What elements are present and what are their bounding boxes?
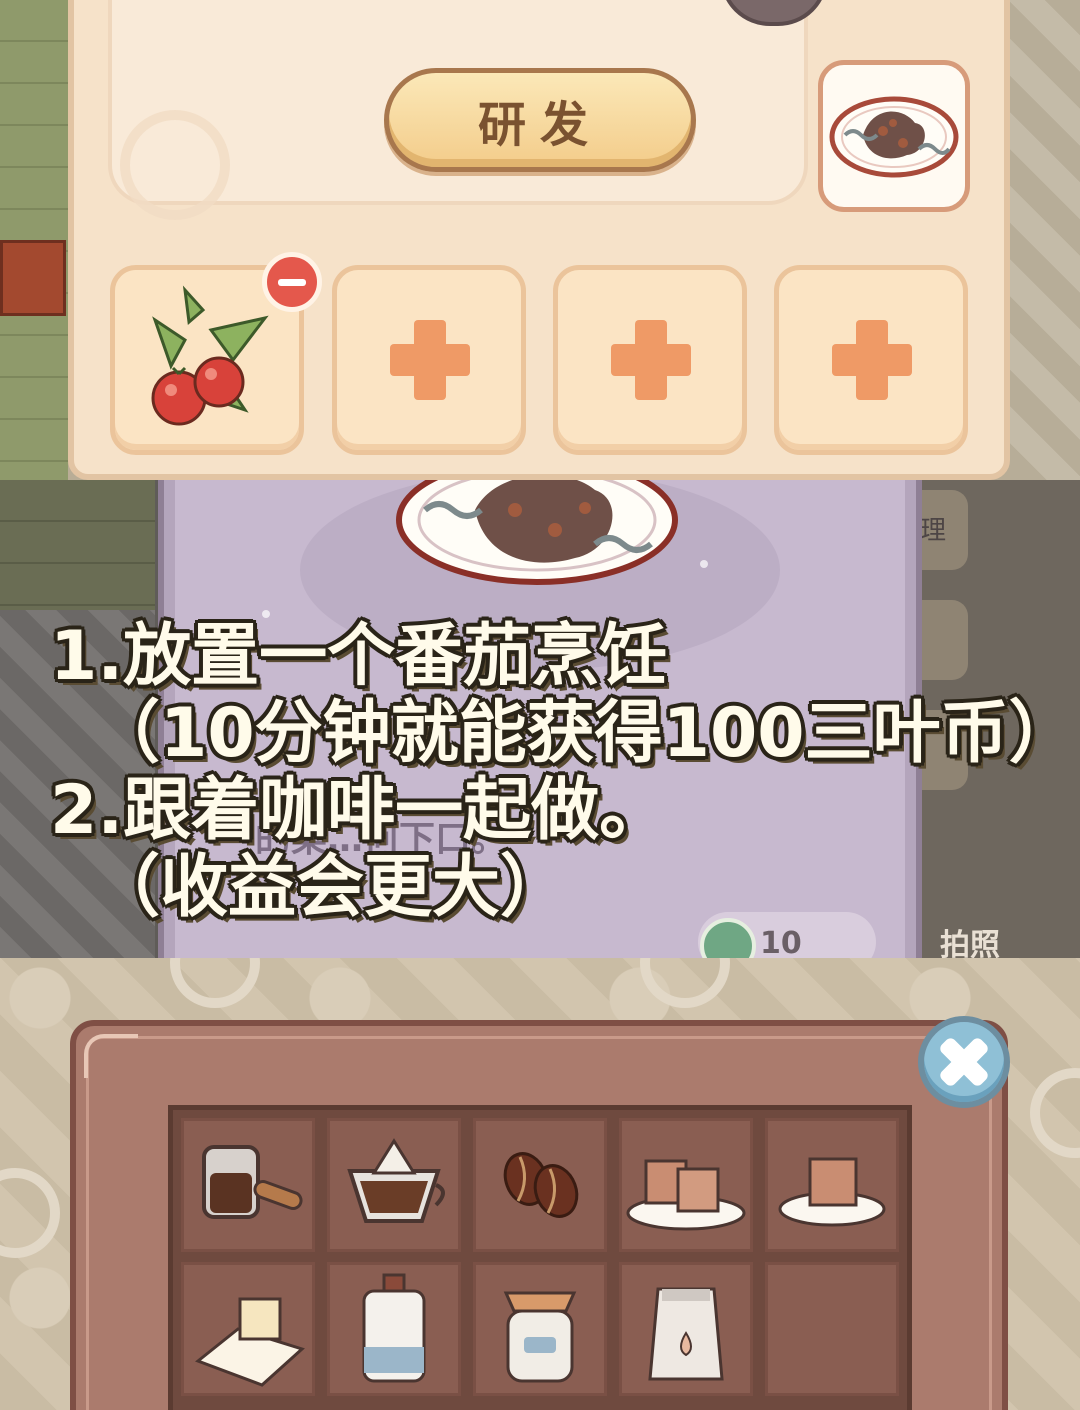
sparkle-icon [700, 560, 708, 568]
inventory-item[interactable] [619, 1262, 753, 1396]
inventory-item[interactable] [327, 1118, 461, 1252]
ingredient-slot-2[interactable] [332, 265, 526, 455]
inventory-item[interactable] [327, 1262, 461, 1396]
pour-over-coffee-icon [347, 1138, 445, 1223]
caption-line-3: 2.跟着咖啡一起做。 [50, 771, 668, 850]
caption-line-1: 1.放置一个番茄烹饪 [50, 617, 668, 696]
inventory-grid [168, 1105, 912, 1410]
inventory-item[interactable] [765, 1118, 899, 1252]
side-tab-label: 理 [920, 516, 947, 546]
flour-bag-icon [648, 1287, 724, 1381]
background-counter [0, 240, 66, 316]
ingredient-slot-4[interactable] [774, 265, 968, 455]
inventory-item[interactable] [181, 1118, 315, 1252]
sugar-cube-plate-icon [778, 1157, 886, 1227]
inventory-item[interactable] [473, 1262, 607, 1396]
dish-icon [396, 480, 678, 585]
ingredient-slot-3[interactable] [553, 265, 747, 455]
remove-ingredient-button[interactable] [262, 252, 322, 312]
butter-icon [195, 1297, 305, 1387]
coffee-beans-icon [503, 1152, 579, 1218]
jam-jar-icon [503, 1291, 577, 1383]
inventory-item[interactable] [473, 1118, 607, 1252]
background-room-left [0, 0, 68, 480]
caption-line-4: （收益会更大） [92, 848, 569, 927]
caption-overlay: 1.放置一个番茄烹饪 （10分钟就能获得100三叶币） 2.跟着咖啡一起做。 （… [50, 617, 1077, 927]
research-button[interactable]: 研发 [384, 68, 696, 172]
two-sugar-cubes-icon [626, 1159, 746, 1231]
swirl-decoration [120, 110, 230, 220]
inventory-item[interactable] [181, 1262, 315, 1396]
background-tiles-right [1010, 0, 1080, 480]
coffee-pot-icon [202, 1145, 303, 1219]
caption-line-2: （10分钟就能获得100三叶币） [92, 694, 1077, 773]
cost-value: 10 [760, 926, 802, 958]
recipe-section: 理 的菜…何下口。 10 拍照 1.放置一个番茄烹饪 （10分钟就能获得100三… [0, 480, 1080, 958]
result-dish-slot[interactable] [818, 60, 970, 212]
inventory-section [0, 958, 1080, 1410]
empty-inventory-slot[interactable] [765, 1262, 899, 1396]
corner-decoration [84, 1034, 138, 1078]
inventory-item[interactable] [619, 1118, 753, 1252]
dish-icon [829, 96, 959, 178]
research-section: 研发 [0, 0, 1080, 480]
close-button[interactable] [918, 1016, 1010, 1108]
milk-bottle-icon [362, 1273, 426, 1383]
